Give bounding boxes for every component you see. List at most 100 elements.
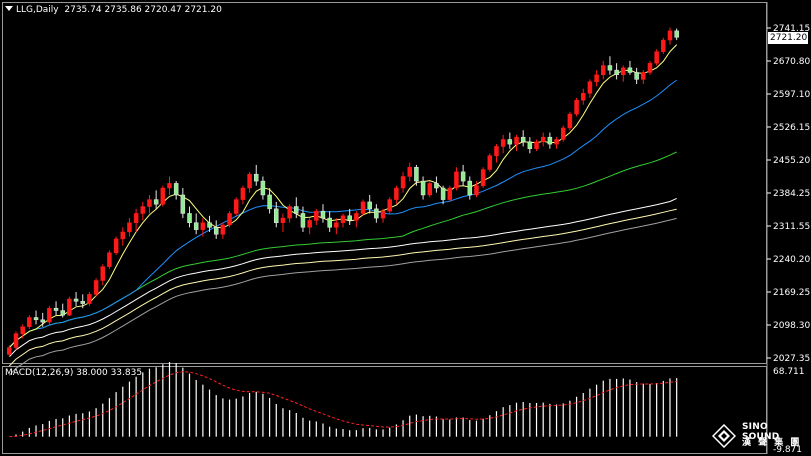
candle-body [33, 317, 39, 321]
candle-body [280, 217, 286, 223]
candle-body [327, 217, 332, 228]
candle-body [474, 185, 479, 196]
candle-body [274, 208, 279, 223]
candle-body [634, 72, 639, 80]
candle-body [460, 171, 466, 182]
candle-body [340, 215, 346, 223]
chart-canvas[interactable]: 2741.152670.802597.102526.152455.202384.… [0, 0, 811, 456]
candle-body [147, 199, 152, 207]
candle-body [407, 166, 412, 177]
candle-body [674, 30, 679, 38]
symbol-header[interactable]: LLG,Daily 2735.74 2735.86 2720.47 2721.2… [5, 5, 222, 15]
price-tick-label: 2098.30 [773, 321, 810, 331]
candle-body [594, 74, 599, 82]
candle-body [440, 187, 446, 200]
candle-body [167, 183, 172, 189]
candle-body [220, 224, 226, 235]
candle-body [447, 187, 453, 200]
candle-body [287, 206, 292, 219]
candle-body [507, 139, 513, 145]
candle-body [7, 347, 12, 355]
candle-body [53, 307, 59, 311]
candle-body [467, 180, 473, 196]
candle-body [200, 222, 206, 230]
candle-body [173, 183, 179, 196]
macd-header: MACD(12,26,9) 38.000 33.835 [5, 368, 143, 378]
candle-body [400, 176, 406, 189]
candle-body [47, 307, 52, 323]
candle-body [307, 220, 312, 228]
watermark-subtitle: 漢 聲 集 團 [742, 438, 802, 448]
candle-body [67, 298, 72, 316]
ohlc-values: 2735.74 2735.86 2720.47 2721.20 [64, 5, 222, 15]
chart-window[interactable]: 2741.15 2670.80 2597.10 2526.15 2455.20 2384.… [0, 0, 811, 456]
candle-body [20, 326, 25, 334]
price-tick-label: 2670.80 [773, 57, 810, 67]
price-tick-label: 2455.20 [773, 156, 810, 166]
candle-body [554, 139, 559, 145]
candle-body [253, 173, 259, 182]
candle-body [394, 187, 399, 200]
candle-body [514, 136, 519, 145]
price-tick-label: 2240.20 [773, 255, 810, 265]
candle-body [454, 171, 459, 189]
candle-body [500, 139, 506, 147]
candle-body [93, 280, 99, 295]
candle-body [180, 194, 186, 214]
candle-body [414, 166, 419, 182]
candle-body [587, 81, 593, 94]
current-price-tag: 2721.20 [768, 32, 808, 44]
candle-body [540, 136, 546, 143]
candle-body [427, 183, 433, 196]
candle-body [347, 215, 352, 221]
candle-body [647, 62, 653, 73]
candle-body [193, 222, 199, 230]
price-tick-label: 2169.25 [773, 288, 810, 298]
candle-body [27, 317, 32, 327]
candle-body [654, 51, 659, 64]
candle-body [113, 238, 119, 254]
candle-body [13, 333, 19, 348]
candle-body [140, 206, 146, 214]
candle-body [227, 213, 232, 226]
ma5-line [8, 44, 678, 348]
candle-body [354, 213, 359, 221]
candle-body [360, 201, 366, 214]
candle-body [574, 99, 579, 115]
candle-body [127, 222, 132, 233]
candle-body [153, 199, 159, 205]
candle-body [294, 206, 299, 214]
candle-body [387, 199, 392, 212]
candle-body [580, 93, 586, 101]
candle-body [207, 222, 212, 228]
candle-body [247, 173, 252, 189]
candle-body [614, 69, 619, 76]
chevron-down-icon[interactable] [5, 6, 13, 11]
candle-body [233, 199, 239, 214]
candle-body [187, 213, 192, 223]
candle-body [367, 201, 372, 210]
candle-body [87, 294, 92, 304]
ma60-line [8, 151, 677, 348]
candle-body [334, 222, 339, 228]
sino-sound-logo-icon [712, 424, 736, 448]
candle-body [621, 67, 626, 76]
candle-body [374, 208, 379, 219]
candle-body [314, 210, 319, 221]
candle-body [160, 187, 166, 205]
candle-body [527, 141, 533, 149]
candle-body [320, 210, 326, 219]
watermark: SINO SOUND 漢 聲 集 團 [708, 420, 808, 454]
candle-body [534, 141, 539, 149]
candle-body [667, 30, 673, 41]
candle-body [240, 187, 246, 200]
candle-body [480, 169, 486, 186]
candle-body [120, 231, 126, 240]
candle-body [107, 252, 112, 267]
candle-body [601, 65, 606, 76]
candle-body [420, 180, 426, 196]
candle-body [567, 113, 573, 129]
candle-body [627, 67, 633, 73]
price-tick-label: 2526.15 [773, 123, 810, 133]
price-tick-label: 2597.10 [773, 90, 810, 100]
